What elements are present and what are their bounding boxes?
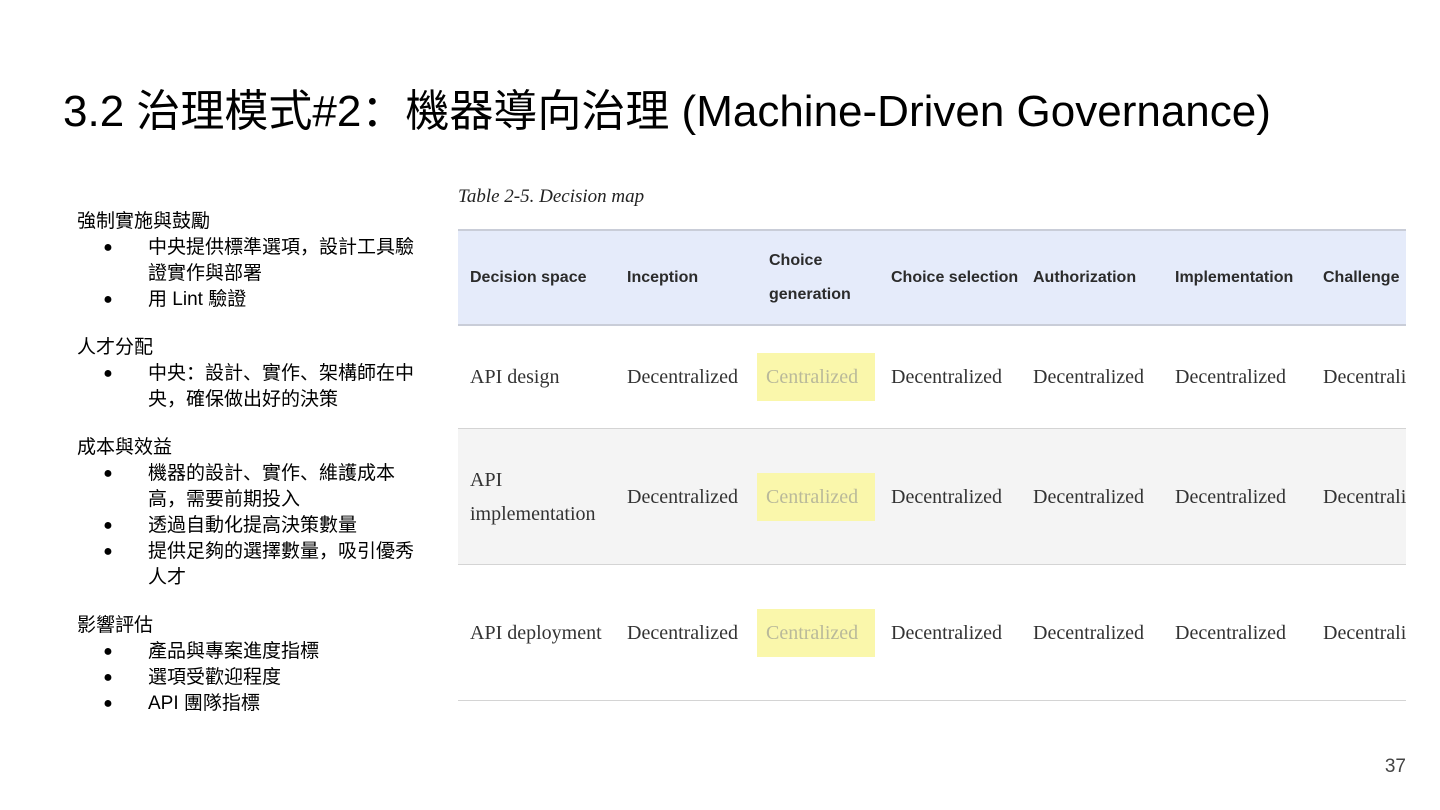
bullet-icon: ● xyxy=(103,643,113,660)
column-header: Decision space xyxy=(458,229,615,326)
table-cell: Decentralized xyxy=(879,325,1021,429)
bullet-list: ● 中央提供標準選項，設計工具驗證實作與部署 ● 用 Lint 驗證 xyxy=(77,235,417,313)
bullet-list: ● 機器的設計、實作、維護成本高，需要前期投入 ● 透過自動化提高決策數量 ● 提供足… xyxy=(77,461,417,591)
bullet-item: ● 機器的設計、實作、維護成本高，需要前期投入 xyxy=(77,461,417,513)
bullet-icon: ● xyxy=(103,543,113,560)
bullet-item: ● 透過自動化提高決策數量 xyxy=(77,513,417,539)
table-cell: Decentralized xyxy=(615,325,757,429)
section-enforcement: 強制實施與鼓勵 ● 中央提供標準選項，設計工具驗證實作與部署 ● 用 Lint 驗證 xyxy=(77,209,417,313)
table-cell: Decentralized xyxy=(1163,428,1311,565)
bullet-icon: ● xyxy=(103,517,113,534)
column-header: Challenge xyxy=(1311,229,1406,326)
row-label: API implementation xyxy=(458,428,615,565)
bullet-item: ● 中央提供標準選項，設計工具驗證實作與部署 xyxy=(77,235,417,287)
column-header: Implementation xyxy=(1163,229,1311,326)
section-heading: 人才分配 xyxy=(77,337,154,358)
section-cost-benefit: 成本與效益 ● 機器的設計、實作、維護成本高，需要前期投入 ● 透過自動化提高決策數… xyxy=(77,435,417,591)
section-heading: 強制實施與鼓勵 xyxy=(77,211,211,232)
column-header: Choice selection xyxy=(879,229,1021,326)
bullet-icon: ● xyxy=(103,291,113,308)
decision-map-table: Decision space Inception Choice generati… xyxy=(458,229,1406,701)
table-row: API deployment Decentralized Centralized… xyxy=(458,564,1406,701)
highlighted-cell: Centralized xyxy=(757,564,879,701)
bullet-list: ● 產品與專案進度指標 ● 選項受歡迎程度 ● API 團隊指標 xyxy=(77,639,417,717)
bullet-item: ● 選項受歡迎程度 xyxy=(77,665,417,691)
highlighted-cell: Centralized xyxy=(757,325,879,429)
bullet-icon: ● xyxy=(103,695,113,712)
table-cell: Decentralized xyxy=(879,564,1021,701)
bullet-list: ● 中央：設計、實作、架構師在中央，確保做出好的決策 xyxy=(77,361,417,413)
slide-title: 3.2 治理模式#2：機器導向治理 (Machine-Driven Govern… xyxy=(63,87,1271,136)
table-cell: Decentralized xyxy=(1163,325,1311,429)
bullet-icon: ● xyxy=(103,365,113,382)
table-caption: Table 2-5. Decision map xyxy=(458,186,645,207)
table-cell: Decentralized xyxy=(1311,564,1406,701)
table-cell: Decentralized xyxy=(1021,564,1163,701)
bullet-icon: ● xyxy=(103,465,113,482)
table-cell: Decentralized xyxy=(615,564,757,701)
table-cell: Decentralized xyxy=(1021,428,1163,565)
table-cell: Decentralized xyxy=(1163,564,1311,701)
highlight-marker: Centralized xyxy=(757,472,875,521)
bullet-item: ● 提供足夠的選擇數量，吸引優秀人才 xyxy=(77,539,417,591)
table-row: API design Decentralized Centralized Dec… xyxy=(458,325,1406,429)
column-header: Authorization xyxy=(1021,229,1163,326)
row-label: API deployment xyxy=(458,564,615,701)
bullet-icon: ● xyxy=(103,239,113,256)
section-impact: 影響評估 ● 產品與專案進度指標 ● 選項受歡迎程度 ● API 團隊指標 xyxy=(77,613,417,717)
table-row: API implementation Decentralized Central… xyxy=(458,428,1406,565)
table-cell: Decentralized xyxy=(1311,428,1406,565)
bullet-icon: ● xyxy=(103,669,113,686)
section-heading: 影響評估 xyxy=(77,615,154,636)
left-column: 強制實施與鼓勵 ● 中央提供標準選項，設計工具驗證實作與部署 ● 用 Lint 驗證… xyxy=(77,209,417,739)
decision-map-table-image: Decision space Inception Choice generati… xyxy=(458,229,1406,703)
row-label: API design xyxy=(458,325,615,429)
highlight-marker: Centralized xyxy=(757,353,875,401)
column-header: Choice generation xyxy=(757,229,879,326)
bullet-item: ● 產品與專案進度指標 xyxy=(77,639,417,665)
table-cell: Decentralized xyxy=(1311,325,1406,429)
highlight-marker: Centralized xyxy=(757,608,875,657)
section-talent: 人才分配 ● 中央：設計、實作、架構師在中央，確保做出好的決策 xyxy=(77,335,417,413)
bullet-item: ● 用 Lint 驗證 xyxy=(77,287,417,313)
page-number: 37 xyxy=(1384,756,1406,777)
highlighted-cell: Centralized xyxy=(757,428,879,565)
table-cell: Decentralized xyxy=(1021,325,1163,429)
table-cell: Decentralized xyxy=(615,428,757,565)
bullet-item: ● 中央：設計、實作、架構師在中央，確保做出好的決策 xyxy=(77,361,417,413)
table-cell: Decentralized xyxy=(879,428,1021,565)
section-heading: 成本與效益 xyxy=(77,437,173,458)
table-header-row: Decision space Inception Choice generati… xyxy=(458,229,1406,326)
column-header: Inception xyxy=(615,229,757,326)
bullet-item: ● API 團隊指標 xyxy=(77,691,417,717)
